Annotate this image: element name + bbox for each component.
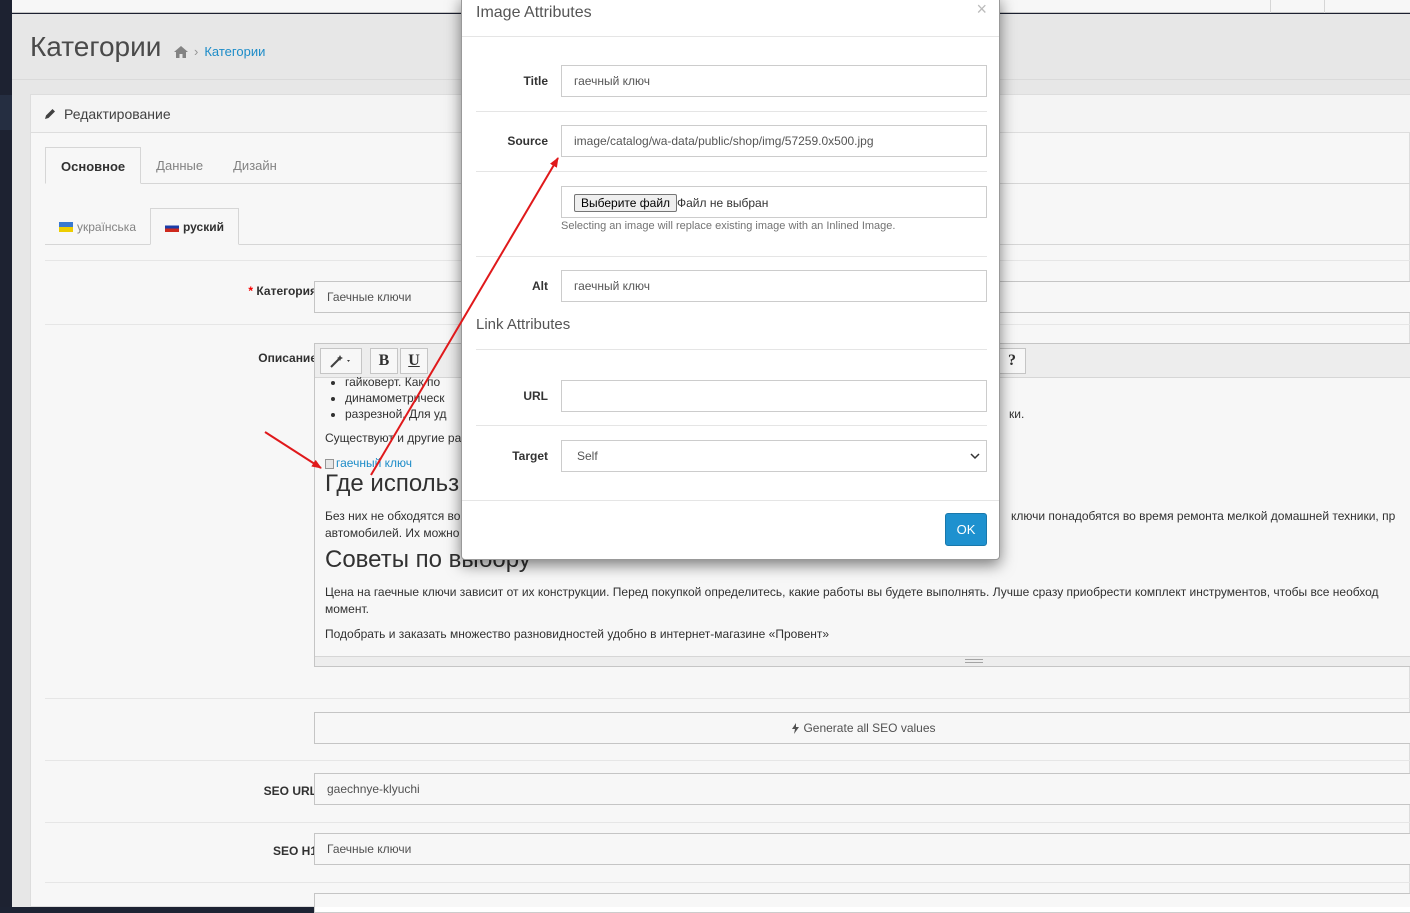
title-input[interactable]: гаечный ключ [561,65,987,97]
source-row: Source image/catalog/wa-data/public/shop… [476,125,987,157]
title-label: Title [523,74,548,88]
chevron-down-icon [970,453,980,460]
image-attributes-dialog: Image Attributes × Title гаечный ключ So… [461,0,1000,560]
choose-file-button[interactable]: Выберите файл [574,194,678,212]
url-row: URL [476,380,987,412]
ok-button[interactable]: OK [945,513,987,546]
title-row: Title гаечный ключ [476,65,987,97]
close-icon[interactable]: × [976,0,987,20]
alt-label: Alt [532,279,548,293]
file-input[interactable]: Выберите файл Файл не выбран [561,186,987,218]
target-select-value: Self [577,449,598,463]
dialog-header: Image Attributes × [462,0,999,37]
url-input[interactable] [561,380,987,412]
alt-row: Alt гаечный ключ [476,270,987,302]
file-status: Файл не выбран [677,196,769,210]
target-row: Target Self [476,440,987,472]
url-label: URL [523,389,548,403]
source-input[interactable]: image/catalog/wa-data/public/shop/img/57… [561,125,987,157]
link-attributes-heading: Link Attributes [476,316,571,333]
source-label: Source [507,134,548,148]
alt-input[interactable]: гаечный ключ [561,270,987,302]
target-select[interactable]: Self [561,440,987,472]
file-help-text: Selecting an image will replace existing… [561,220,896,232]
target-label: Target [512,449,548,463]
dialog-title: Image Attributes [476,4,592,21]
